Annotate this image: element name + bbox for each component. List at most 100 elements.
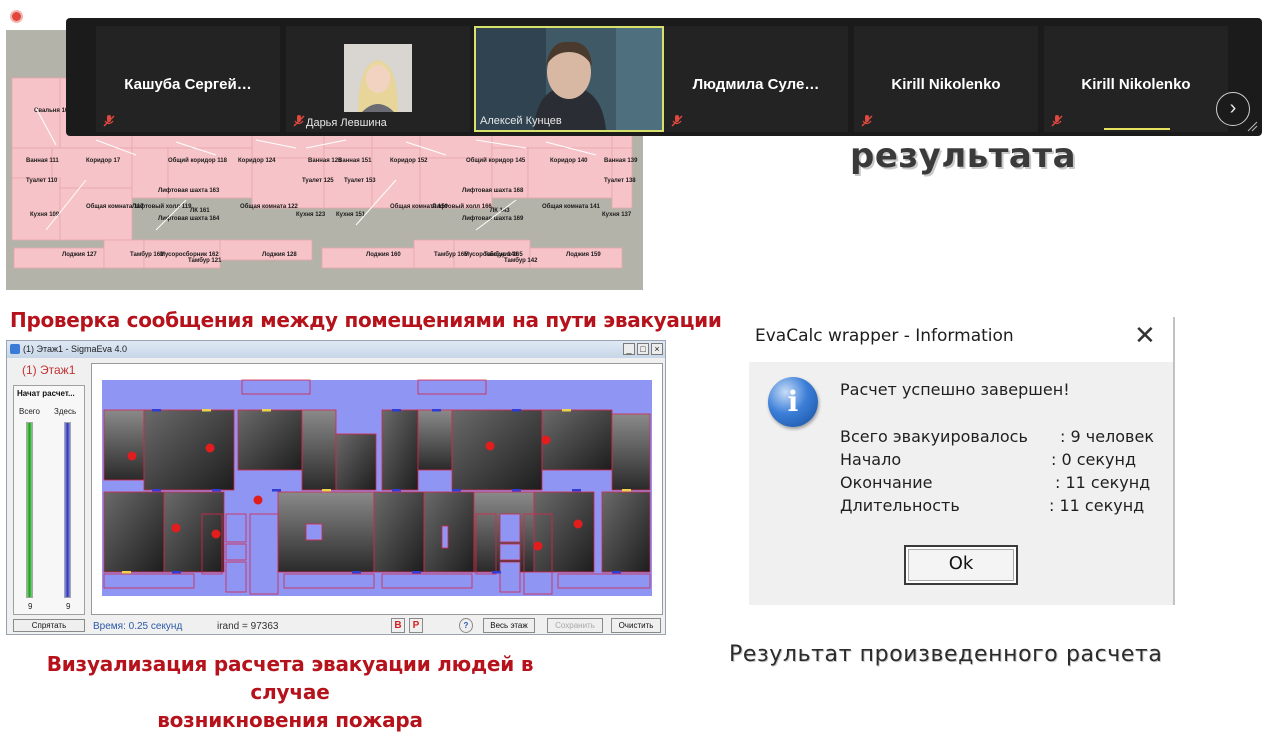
evacuee-dot — [485, 441, 495, 451]
room-cell — [417, 409, 453, 471]
plan-room — [51, 147, 133, 189]
info-icon: i — [768, 377, 818, 427]
plan-room — [527, 147, 613, 199]
door-marker — [152, 489, 161, 492]
door-marker — [322, 489, 331, 492]
participant-tile[interactable]: Дарья Левшина — [286, 26, 470, 132]
door-marker — [152, 409, 161, 412]
door-marker — [412, 571, 421, 574]
loggia-cell — [381, 573, 473, 589]
simulation-drawing — [102, 379, 652, 596]
minimize-button[interactable]: _ — [623, 343, 635, 355]
maximize-button[interactable]: □ — [637, 343, 649, 355]
start-status-label: Начат расчет... — [17, 389, 75, 398]
check-section-title: Проверка сообщения между помещениями на … — [10, 308, 722, 332]
door-marker — [452, 489, 461, 492]
participant-tile-active-speaker[interactable]: Алексей Кунцев — [474, 26, 664, 132]
door-marker — [622, 489, 631, 492]
total-label: Всего — [19, 407, 40, 416]
help-icon[interactable]: ? — [459, 618, 473, 633]
next-page-chevron-icon[interactable]: › — [1216, 92, 1250, 126]
hide-button[interactable]: Спрятать — [13, 619, 85, 632]
caption-line: возникновения пожара — [157, 708, 423, 732]
room-cell — [237, 409, 303, 471]
loggia-cell — [417, 379, 487, 395]
recording-indicator-icon — [10, 10, 23, 23]
plan-room-label: Общая комната 141 — [542, 203, 601, 210]
plan-room-label: Туалет 125 — [302, 178, 334, 184]
door-marker — [512, 489, 521, 492]
door-marker — [492, 571, 501, 574]
v-button[interactable]: В — [391, 618, 405, 633]
plan-room-label: Лифтовый холл 166 — [432, 203, 492, 210]
plan-room-label: Общий коридор 118 — [168, 157, 228, 164]
participant-name: Kirill Nikolenko — [1081, 76, 1191, 93]
participant-tile[interactable]: Людмила Суле… — [664, 26, 848, 132]
time-readout: Время: 0.25 секунд — [93, 621, 183, 632]
sigmaeva-window: (1) Этаж1 - SigmaEva 4.0 _ □ × (1) Этаж1… — [6, 340, 666, 635]
participant-name: Кашуба Сергей… — [124, 76, 252, 93]
plan-room-label: Тамбур 162 — [130, 251, 164, 258]
plan-room — [59, 187, 133, 241]
room-cell — [103, 491, 165, 573]
plan-room-label: Кухня 109 — [30, 212, 60, 218]
end-label: Окончание — [840, 473, 933, 492]
muted-mic-icon — [103, 115, 115, 127]
plan-room-label: ЛК 161 — [190, 208, 210, 214]
visualization-caption: Визуализация расчета эвакуации людей в с… — [20, 650, 560, 734]
plan-room-label: Ванная 151 — [338, 158, 372, 164]
clear-button[interactable]: Очистить — [611, 618, 661, 633]
progress-panel: Начат расчет... Всего Здесь 9 9 — [13, 385, 85, 615]
room-cell — [451, 409, 543, 491]
shaft-cell — [225, 561, 247, 593]
plan-room-label: Туалет 153 — [344, 178, 376, 184]
caption-line: Визуализация расчета эвакуации людей в с… — [46, 652, 534, 704]
participants-bar: Кашуба Сергей… Дарья Левшина Алексей Кун… — [66, 18, 1262, 136]
duration-label: Длительность — [840, 496, 960, 515]
participant-tile[interactable]: Кашуба Сергей… — [96, 26, 280, 132]
total-progress-bar — [26, 422, 33, 598]
whole-floor-button[interactable]: Весь этаж — [483, 618, 535, 633]
evacuee-dot — [171, 523, 181, 533]
evacuee-dot — [541, 435, 551, 445]
plan-room-label: Мусоросборник 162 — [160, 251, 219, 258]
evacuee-dot — [211, 529, 221, 539]
resize-handle-icon[interactable] — [1246, 120, 1258, 132]
end-value: : 11 секунд — [1055, 473, 1151, 492]
muted-mic-icon — [293, 115, 305, 127]
ok-button[interactable]: Ok — [904, 545, 1018, 585]
dialog-body: i Расчет успешно завершен! Всего эвакуир… — [749, 362, 1173, 605]
door-marker — [432, 409, 441, 412]
door-marker — [172, 571, 181, 574]
window-title: (1) Этаж1 - SigmaEva 4.0 — [23, 344, 128, 354]
shaft-cell — [499, 561, 521, 593]
loggia-cell — [283, 573, 375, 589]
plan-room-label: Ванная 111 — [26, 158, 59, 164]
dialog-title: EvaCalc wrapper - Information — [755, 326, 1014, 346]
participant-tile[interactable]: Kirill Nikolenko — [1044, 26, 1228, 132]
close-button[interactable]: × — [651, 343, 663, 355]
simulation-canvas[interactable] — [91, 363, 663, 615]
participant-tile[interactable]: Kirill Nikolenko — [854, 26, 1038, 132]
participant-video — [344, 44, 412, 112]
plan-room-label: Лоджия 159 — [566, 252, 601, 258]
plan-room-label: Лифтовый холл 119 — [132, 203, 192, 210]
plan-room — [419, 157, 493, 209]
irand-readout: irand = 97363 — [217, 621, 279, 632]
here-count: 9 — [66, 602, 71, 611]
muted-mic-icon — [671, 115, 683, 127]
door-marker — [612, 571, 621, 574]
plan-room-label: Общая комната 122 — [240, 203, 299, 210]
plan-room-label: Общий коридор 145 — [466, 157, 526, 164]
close-icon[interactable]: ✕ — [1134, 322, 1156, 348]
plan-room-label: Кухня 137 — [602, 212, 632, 218]
room-cell — [381, 409, 419, 491]
result-caption: Результат произведенного расчета — [729, 642, 1163, 667]
here-progress-bar — [64, 422, 71, 598]
door-marker — [272, 489, 281, 492]
r-button[interactable]: Р — [409, 618, 423, 633]
shaft-cell — [499, 513, 521, 543]
plan-room-label: Кухня 151 — [336, 212, 366, 218]
save-button[interactable]: Сохранить — [547, 618, 603, 633]
door-marker — [202, 409, 211, 412]
